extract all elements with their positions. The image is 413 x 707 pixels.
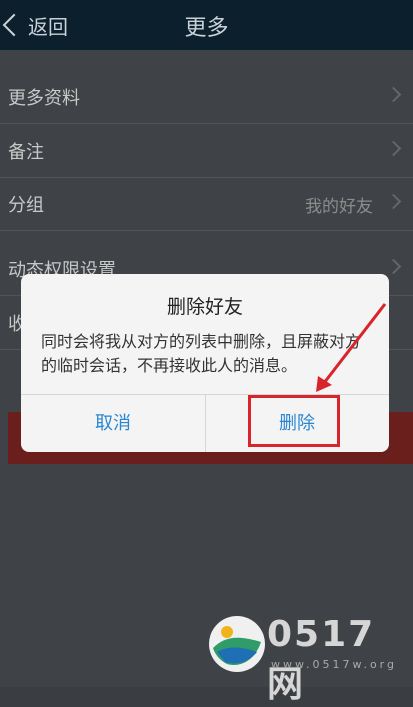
watermark: 0517网 www.0517w.org xyxy=(205,612,410,705)
dialog-message: 同时会将我从对方的列表中删除，且屏蔽对方的临时会话，不再接收此人的消息。 xyxy=(41,332,362,375)
cancel-button[interactable]: 取消 xyxy=(21,395,206,452)
dialog-title: 删除好友 xyxy=(166,296,243,318)
delete-friend-dialog: 删除好友 同时会将我从对方的列表中删除，且屏蔽对方的临时会话，不再接收此人的消息… xyxy=(21,274,389,452)
watermark-logo-icon xyxy=(209,616,265,672)
watermark-url: www.0517w.org xyxy=(271,658,397,671)
highlight-box xyxy=(248,395,340,447)
